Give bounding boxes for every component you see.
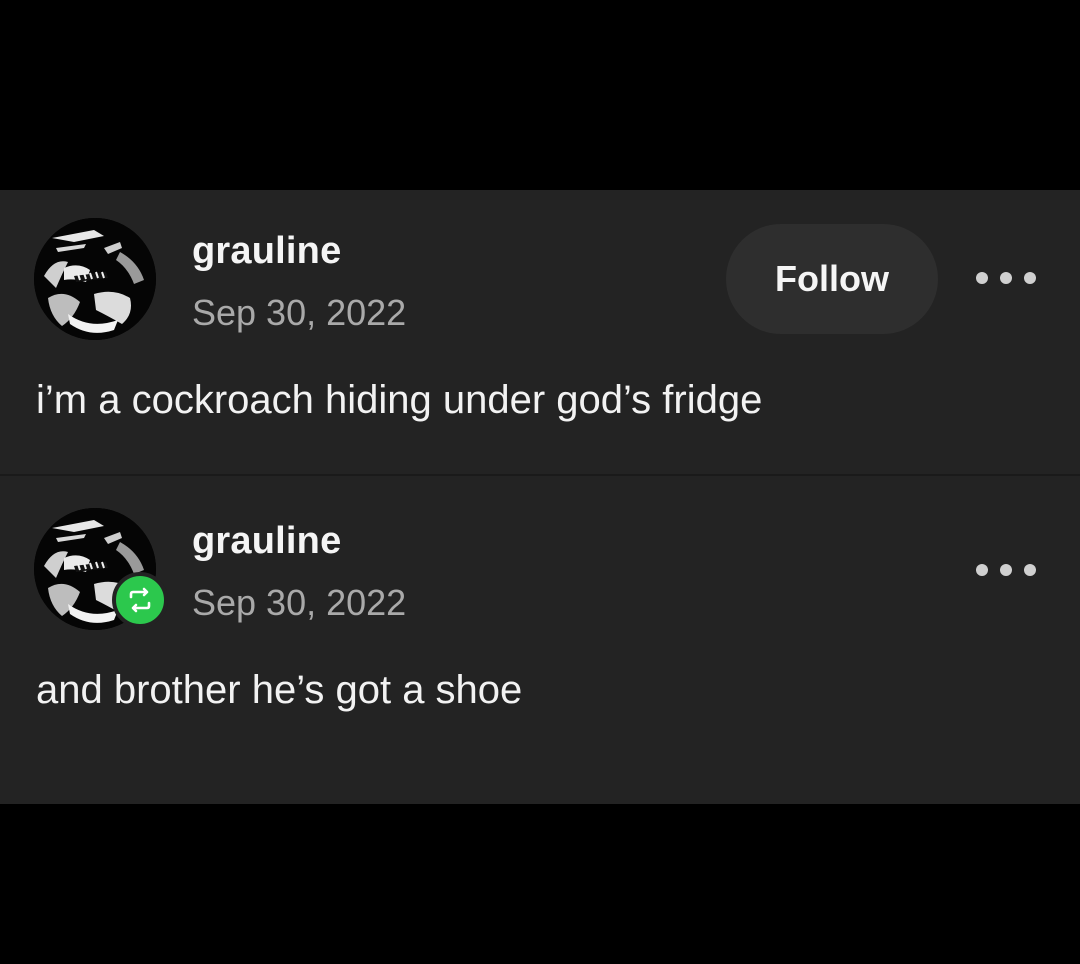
post-text: and brother he’s got a shoe	[36, 668, 523, 712]
follow-button[interactable]: Follow	[726, 224, 938, 334]
dot	[1024, 564, 1036, 576]
post-date: Sep 30, 2022	[192, 582, 407, 623]
post-date: Sep 30, 2022	[192, 292, 407, 333]
avatar-image	[34, 218, 156, 340]
post-reblog: grauline Sep 30, 2022 and brother he’s g…	[0, 476, 1080, 804]
reblog-icon	[112, 572, 168, 628]
avatar[interactable]	[34, 218, 156, 340]
dot	[976, 564, 988, 576]
dot	[1000, 272, 1012, 284]
dot	[1000, 564, 1012, 576]
post-original: grauline Sep 30, 2022 Follow i’m a cockr…	[0, 190, 1080, 474]
dot	[1024, 272, 1036, 284]
more-options-icon[interactable]	[976, 266, 1036, 290]
dot	[976, 272, 988, 284]
username[interactable]: grauline	[192, 230, 341, 273]
post-text: i’m a cockroach hiding under god’s fridg…	[36, 378, 763, 422]
more-options-icon[interactable]	[976, 558, 1036, 582]
post-thread-card: grauline Sep 30, 2022 Follow i’m a cockr…	[0, 190, 1080, 804]
username[interactable]: grauline	[192, 520, 341, 563]
